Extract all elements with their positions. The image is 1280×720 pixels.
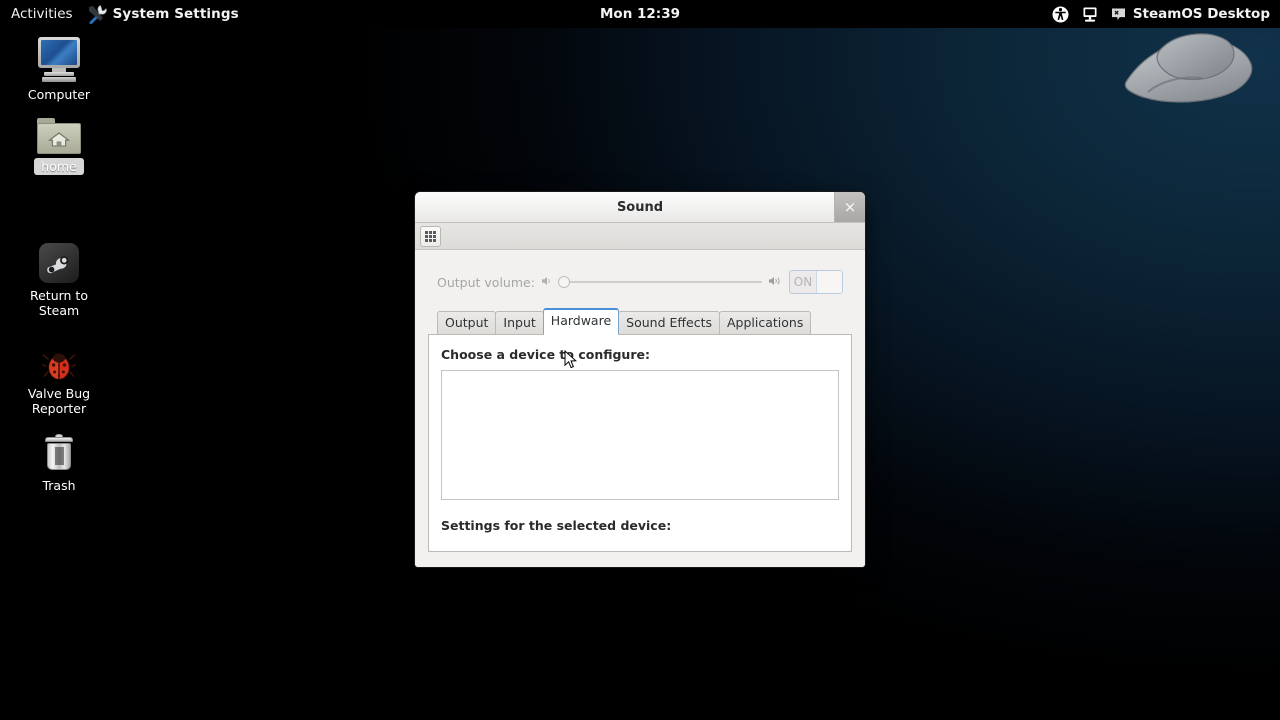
- desktop-icon-label: home: [34, 158, 84, 175]
- window-titlebar[interactable]: Sound ×: [415, 192, 865, 223]
- steam-icon: [13, 235, 105, 283]
- slider-track-line: [559, 281, 762, 283]
- sound-settings-window: Sound × Output volume: ON Output Input H…: [414, 191, 866, 568]
- volume-low-icon: [541, 275, 554, 290]
- desktop-icon-label: Computer: [27, 87, 91, 102]
- app-grid-icon[interactable]: [420, 225, 441, 247]
- close-button[interactable]: ×: [834, 192, 865, 222]
- sound-tabs: Output Input Hardware Sound Effects Appl…: [427, 308, 853, 335]
- trash-icon: [13, 425, 105, 473]
- tab-output[interactable]: Output: [437, 311, 497, 334]
- app-menu-system-settings[interactable]: System Settings: [83, 0, 247, 28]
- tab-hardware[interactable]: Hardware: [542, 308, 620, 335]
- device-list[interactable]: [441, 370, 839, 500]
- topbar-status-area: SteamOS Desktop: [1052, 0, 1272, 28]
- desktop-icon-trash[interactable]: Trash: [13, 425, 105, 494]
- activities-button[interactable]: Activities: [0, 0, 83, 28]
- toggle-knob: [816, 271, 842, 293]
- desktop-icon-label: Valve Bug Reporter: [27, 386, 91, 416]
- accessibility-icon[interactable]: [1052, 6, 1069, 23]
- home-folder-icon: [13, 106, 105, 154]
- bug-icon: [13, 333, 105, 381]
- desktop-icon-home[interactable]: home: [13, 106, 105, 175]
- volume-high-icon: [768, 275, 783, 290]
- output-volume-slider[interactable]: [557, 275, 762, 289]
- steamos-logo: [1124, 33, 1253, 103]
- hardware-tab-panel: Choose a device to configure: Settings f…: [428, 334, 852, 552]
- display-icon[interactable]: [1082, 6, 1098, 23]
- desktop-icon-label: Return to Steam: [29, 288, 88, 318]
- window-content: Output volume: ON Output Input Hardware …: [415, 250, 865, 567]
- topbar-left-group: Activities System Settings: [0, 0, 247, 28]
- slider-handle[interactable]: [557, 276, 570, 288]
- tools-icon: [88, 5, 107, 24]
- computer-icon: [13, 34, 105, 82]
- close-icon: ×: [843, 197, 857, 216]
- tab-applications[interactable]: Applications: [718, 311, 812, 334]
- window-toolbar: [415, 223, 865, 250]
- top-panel: Mon 12:39 Activities System Settings Ste…: [0, 0, 1280, 28]
- toggle-on-label: ON: [790, 271, 816, 293]
- tab-sound-effects[interactable]: Sound Effects: [618, 311, 720, 334]
- desktop-icon-label: Trash: [42, 478, 76, 493]
- output-volume-row: Output volume: ON: [427, 264, 853, 308]
- user-session-label: SteamOS Desktop: [1132, 6, 1270, 22]
- desktop-screen: Mon 12:39 Activities System Settings Ste…: [0, 0, 1280, 720]
- grid-dots: [425, 230, 436, 242]
- output-mute-toggle[interactable]: ON: [789, 270, 843, 294]
- tab-input[interactable]: Input: [495, 311, 544, 334]
- desktop-icon-computer[interactable]: Computer: [13, 34, 105, 103]
- settings-for-device-heading: Settings for the selected device:: [441, 518, 672, 533]
- window-title: Sound: [616, 200, 664, 215]
- desktop-icon-return-to-steam[interactable]: Return to Steam: [13, 235, 105, 319]
- choose-device-heading: Choose a device to configure:: [441, 347, 650, 362]
- app-menu-label: System Settings: [112, 6, 239, 22]
- output-volume-label: Output volume:: [437, 274, 535, 290]
- session-badge-icon: [1111, 8, 1125, 20]
- user-session-menu[interactable]: SteamOS Desktop: [1111, 6, 1272, 22]
- desktop-icon-valve-bug-reporter[interactable]: Valve Bug Reporter: [13, 333, 105, 417]
